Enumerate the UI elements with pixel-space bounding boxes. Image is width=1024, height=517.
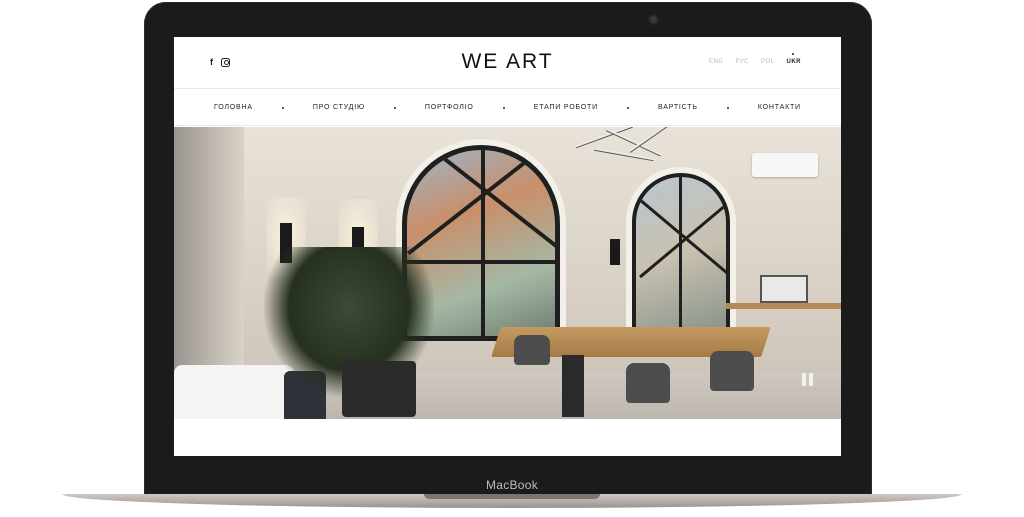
plant-pot: [342, 361, 416, 417]
pause-icon[interactable]: [798, 370, 816, 388]
nav-home[interactable]: ГОЛОВНА: [214, 104, 253, 111]
chandelier: [574, 127, 694, 167]
main-nav: ГОЛОВНА ПРО СТУДІЮ ПОРТФОЛІО ЕТАПИ РОБОТ…: [174, 90, 841, 126]
desk: [726, 303, 841, 309]
nav-separator: [726, 106, 729, 109]
nav-about[interactable]: ПРО СТУДІЮ: [313, 104, 365, 111]
hero-image: [174, 127, 841, 419]
nav-separator: [502, 106, 505, 109]
nav-portfolio[interactable]: ПОРТФОЛІО: [425, 104, 474, 111]
laptop-notch: [424, 494, 600, 499]
nav-pricing[interactable]: ВАРТІСТЬ: [658, 104, 698, 111]
arched-window: [632, 173, 730, 333]
camera-icon: [650, 16, 657, 23]
chair: [626, 363, 670, 403]
nav-contacts[interactable]: КОНТАКТИ: [758, 104, 801, 111]
chair: [710, 351, 754, 391]
lang-pol[interactable]: POL: [761, 59, 775, 65]
monitor: [760, 275, 808, 303]
device-label: MacBook: [485, 478, 539, 492]
nav-separator: [393, 106, 396, 109]
nav-separator: [626, 106, 629, 109]
nav-separator: [281, 106, 284, 109]
language-switcher: ENG РУС POL UKR: [709, 53, 802, 65]
nav-process[interactable]: ЕТАПИ РОБОТИ: [534, 104, 598, 111]
website-screen: f WE ART ENG РУС POL UKR ГОЛОВНА ПРО СТУ…: [174, 37, 841, 456]
lang-ukr[interactable]: UKR: [787, 53, 802, 65]
lang-rus[interactable]: РУС: [735, 59, 749, 65]
air-conditioner: [752, 153, 818, 177]
site-header: f WE ART ENG РУС POL UKR: [174, 37, 841, 89]
lang-eng[interactable]: ENG: [709, 59, 724, 65]
laptop-mockup: MacBook f WE ART ENG РУС POL UKR ГОЛОВНА…: [0, 0, 1024, 517]
wall-lamp: [610, 239, 620, 265]
chair: [514, 335, 550, 365]
table-leg: [562, 355, 584, 417]
